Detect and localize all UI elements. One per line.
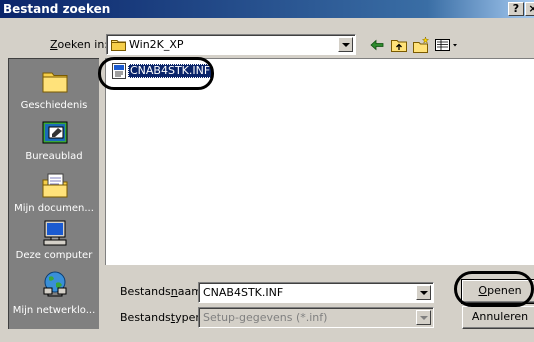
look-in-dropdown-button[interactable] — [338, 37, 353, 52]
network-places-icon — [43, 271, 67, 297]
places-item-my-computer[interactable]: Deze computer — [9, 217, 99, 269]
new-folder-icon[interactable] — [412, 36, 430, 54]
places-bar: Geschiedenis Bureaublad Mijn documen... — [8, 58, 99, 329]
up-folder-icon[interactable] — [390, 36, 408, 54]
window-title: Bestand zoeken — [3, 2, 111, 16]
filetype-label: Bestandstypen: — [120, 311, 207, 324]
filetype-dropdown-button[interactable] — [416, 310, 431, 325]
view-menu-icon[interactable] — [434, 36, 460, 54]
places-item-network[interactable]: Mijn netwerklo... — [9, 267, 99, 323]
filetype-value: Setup-gegevens (*.inf) — [203, 311, 328, 324]
look-in-value: Win2K_XP — [129, 38, 184, 51]
close-button[interactable]: × — [525, 2, 534, 16]
desktop-icon — [42, 121, 68, 144]
file-list[interactable]: CNAB4STK.INF — [105, 58, 534, 265]
filename-value: CNAB4STK.INF — [203, 286, 284, 299]
filename-field[interactable]: CNAB4STK.INF — [198, 282, 434, 303]
filetype-select[interactable]: Setup-gegevens (*.inf) — [198, 307, 434, 328]
file-item-label: CNAB4STK.INF — [128, 64, 213, 78]
filename-dropdown-button[interactable] — [416, 285, 431, 300]
look-in-label: Zoeken in: — [50, 38, 108, 51]
filename-label: Bestandsnaam: — [120, 285, 206, 298]
my-documents-icon — [42, 173, 68, 198]
back-arrow-icon[interactable] — [368, 36, 386, 54]
places-item-my-documents[interactable]: Mijn documen... — [9, 169, 99, 221]
file-open-dialog: Bestand zoeken ? × Zoeken in: Win2K_XP G… — [0, 0, 534, 342]
history-folder-icon — [42, 72, 68, 93]
places-item-history[interactable]: Geschiedenis — [9, 61, 99, 117]
open-button[interactable]: Openen — [461, 279, 534, 304]
places-item-desktop[interactable]: Bureaublad — [9, 117, 99, 169]
inf-file-icon — [112, 63, 126, 79]
computer-icon — [43, 220, 67, 246]
help-button[interactable]: ? — [508, 2, 524, 16]
cancel-button[interactable]: Annuleren — [462, 306, 534, 329]
title-bar[interactable]: Bestand zoeken ? × — [0, 0, 534, 18]
look-in-combo[interactable]: Win2K_XP — [106, 34, 356, 55]
folder-icon — [111, 40, 126, 51]
